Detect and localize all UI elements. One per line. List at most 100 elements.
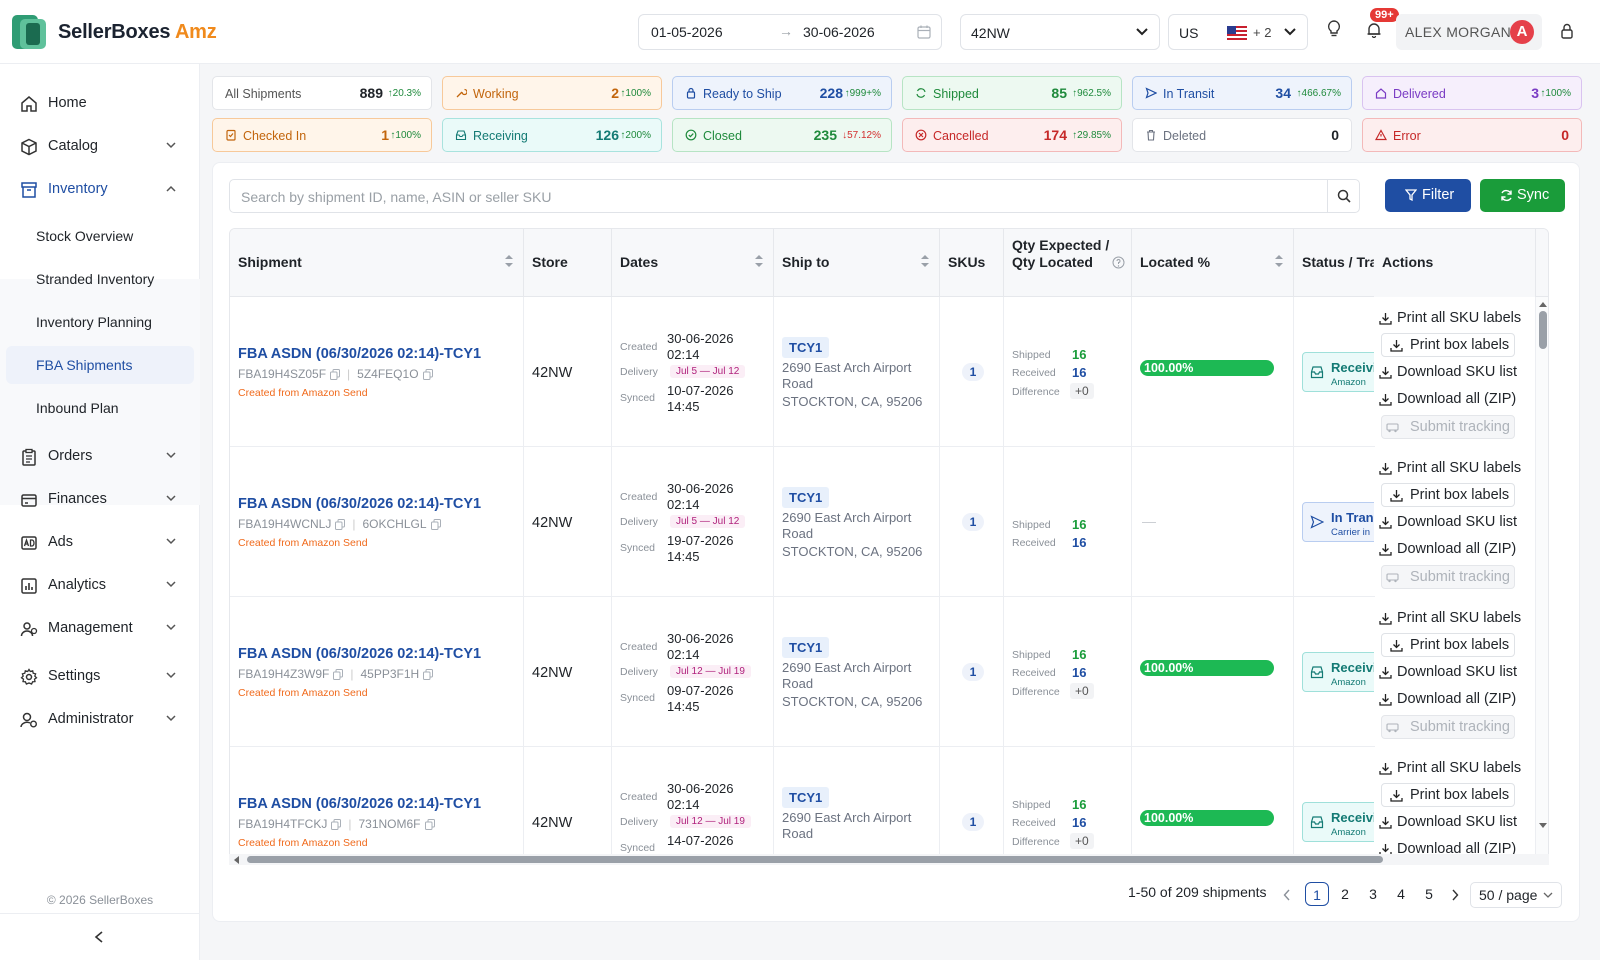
sidebar-item-orders[interactable]: Orders [0, 437, 200, 477]
scroll-down-icon[interactable] [1539, 823, 1547, 829]
status-badge[interactable]: Receiving Amazon [1302, 352, 1374, 392]
col-status-header: Status / Tracking [1294, 229, 1374, 297]
sidebar-item-catalog[interactable]: Catalog [0, 127, 200, 167]
status-card-receiving[interactable]: Receiving 126 ↑200% [442, 118, 662, 152]
status-card-deleted[interactable]: Deleted 0 [1132, 118, 1352, 152]
copy-icon[interactable] [333, 668, 344, 680]
page-5-button[interactable]: 5 [1417, 882, 1441, 906]
scroll-left-icon[interactable] [233, 856, 239, 864]
brand-logo[interactable]: SellerBoxes Amz [10, 13, 217, 51]
sidebar-subitem-stranded-inventory[interactable]: Stranded Inventory [6, 260, 194, 298]
vertical-scroll-thumb[interactable] [1539, 311, 1547, 349]
status-card-percent: 466.67% [1301, 88, 1341, 99]
shipment-name-link[interactable]: FBA ASDN (06/30/2026 02:14)-TCY1 [238, 646, 481, 662]
lightbulb-icon[interactable] [1327, 20, 1341, 38]
table-row[interactable]: FBA ASDN (06/30/2026 02:14)-TCY1 FBA19H4W… [230, 447, 1548, 597]
status-card-all-shipments[interactable]: All Shipments 889 ↑20.3% [212, 76, 432, 110]
sidebar-item-finances[interactable]: Finances [0, 480, 200, 520]
copy-icon[interactable] [335, 518, 346, 530]
lock-icon[interactable] [1560, 23, 1574, 39]
page-2-button[interactable]: 2 [1333, 882, 1357, 906]
copy-icon[interactable] [330, 368, 341, 380]
sort-icon[interactable] [921, 254, 929, 268]
page-3-button[interactable]: 3 [1361, 882, 1385, 906]
chevron-up-icon [166, 185, 176, 192]
sidebar-item-home[interactable]: Home [0, 84, 200, 124]
search-button[interactable] [1327, 180, 1359, 212]
table-row[interactable]: FBA ASDN (06/30/2026 02:14)-TCY1 FBA19H4T… [230, 747, 1548, 864]
copy-icon[interactable] [423, 668, 434, 680]
search-input[interactable]: Search by shipment ID, name, ASIN or sel… [229, 179, 1360, 213]
submit-tracking-button[interactable]: Submit tracking [1381, 565, 1515, 589]
vertical-scrollbar[interactable] [1535, 297, 1548, 864]
status-card-checked-in[interactable]: Checked In 1 ↑100% [212, 118, 432, 152]
submit-tracking-button[interactable]: Submit tracking [1381, 715, 1515, 739]
page-1-button[interactable]: 1 [1305, 882, 1329, 906]
print-box-labels-button[interactable]: Print box labels [1381, 783, 1515, 807]
status-card-ready-to-ship[interactable]: Ready to Ship 228 ↑999+% [672, 76, 892, 110]
table-row[interactable]: FBA ASDN (06/30/2026 02:14)-TCY1 FBA19H4Z… [230, 597, 1548, 747]
print-box-labels-button[interactable]: Print box labels [1381, 633, 1515, 657]
sidebar-item-settings[interactable]: Settings [0, 657, 200, 697]
scroll-up-icon[interactable] [1539, 301, 1547, 307]
sidebar-subitem-inventory-planning[interactable]: Inventory Planning [6, 303, 194, 341]
collapse-sidebar-icon[interactable] [93, 930, 105, 944]
status-badge[interactable]: Receiving Amazon [1302, 652, 1374, 692]
table-row[interactable]: FBA ASDN (06/30/2026 02:14)-TCY1 FBA19H4S… [230, 297, 1548, 447]
sort-icon[interactable] [505, 254, 513, 268]
date-range-picker[interactable]: 01-05-2026 → 30-06-2026 [638, 14, 942, 50]
horizontal-scrollbar[interactable] [229, 854, 1549, 865]
date-to[interactable]: 30-06-2026 [803, 24, 875, 40]
sort-icon[interactable] [755, 254, 763, 268]
status-card-closed[interactable]: Closed 235 ↓57.12% [672, 118, 892, 152]
shipment-name-link[interactable]: FBA ASDN (06/30/2026 02:14)-TCY1 [238, 796, 481, 812]
sidebar-item-management[interactable]: Management [0, 609, 200, 649]
status-badge[interactable]: In Transit Carrier in [1302, 502, 1374, 542]
sidebar-item-ads[interactable]: Ads [0, 523, 200, 563]
shipment-name-link[interactable]: FBA ASDN (06/30/2026 02:14)-TCY1 [238, 496, 481, 512]
horizontal-scroll-thumb[interactable] [247, 856, 1383, 863]
status-card-shipped[interactable]: Shipped 85 ↑962.5% [902, 76, 1122, 110]
status-card-error[interactable]: Error 0 [1362, 118, 1582, 152]
prev-page-icon[interactable] [1283, 889, 1291, 901]
sidebar-item-analytics[interactable]: Analytics [0, 566, 200, 606]
status-badge[interactable]: Receiving Amazon [1302, 802, 1374, 842]
sidebar-item-inventory[interactable]: Inventory [0, 170, 200, 210]
created-date-value: 30-06-2026 [667, 781, 734, 796]
col-ship-to-header[interactable]: Ship to [774, 229, 940, 297]
bell-icon[interactable] [1367, 22, 1381, 38]
copy-icon[interactable] [331, 818, 342, 830]
page-size-select[interactable]: 50 / page [1470, 882, 1562, 908]
sidebar-subitem-inbound-plan[interactable]: Inbound Plan [6, 389, 194, 427]
store-select[interactable]: 42NW [960, 14, 1160, 50]
sidebar-item-administrator[interactable]: Administrator [0, 700, 200, 740]
page-4-button[interactable]: 4 [1389, 882, 1413, 906]
status-card-in-transit[interactable]: In Transit 34 ↑466.67% [1132, 76, 1352, 110]
date-from[interactable]: 01-05-2026 [651, 24, 723, 40]
help-icon[interactable] [1112, 256, 1125, 269]
copy-icon[interactable] [422, 368, 433, 380]
status-card-working[interactable]: Working 2 ↑100% [442, 76, 662, 110]
col-shipment-header[interactable]: Shipment [230, 229, 524, 297]
gear-icon [20, 668, 38, 685]
marketplace-select[interactable]: US + 2 [1168, 14, 1308, 50]
copy-icon[interactable] [430, 518, 441, 530]
shipment-name-link[interactable]: FBA ASDN (06/30/2026 02:14)-TCY1 [238, 346, 481, 362]
sidebar-subitem-stock-overview[interactable]: Stock Overview [6, 217, 194, 255]
user-menu[interactable]: ALEX MORGAN A [1396, 14, 1542, 50]
col-dates-header[interactable]: Dates [612, 229, 774, 297]
next-page-icon[interactable] [1451, 889, 1459, 901]
filter-button[interactable]: Filter [1385, 179, 1471, 212]
copy-icon[interactable] [424, 818, 435, 830]
print-box-labels-button[interactable]: Print box labels [1381, 333, 1515, 357]
sort-icon[interactable] [1275, 254, 1283, 268]
created-label: Created [620, 641, 658, 653]
located-progress-bar: 100.00% [1140, 660, 1274, 676]
status-card-cancelled[interactable]: Cancelled 174 ↑29.85% [902, 118, 1122, 152]
submit-tracking-button[interactable]: Submit tracking [1381, 415, 1515, 439]
print-box-labels-button[interactable]: Print box labels [1381, 483, 1515, 507]
sidebar-subitem-fba-shipments[interactable]: FBA Shipments [6, 346, 194, 384]
col-located-header[interactable]: Located % [1132, 229, 1294, 297]
status-card-delivered[interactable]: Delivered 3 ↑100% [1362, 76, 1582, 110]
sync-button[interactable]: Sync [1480, 179, 1565, 212]
